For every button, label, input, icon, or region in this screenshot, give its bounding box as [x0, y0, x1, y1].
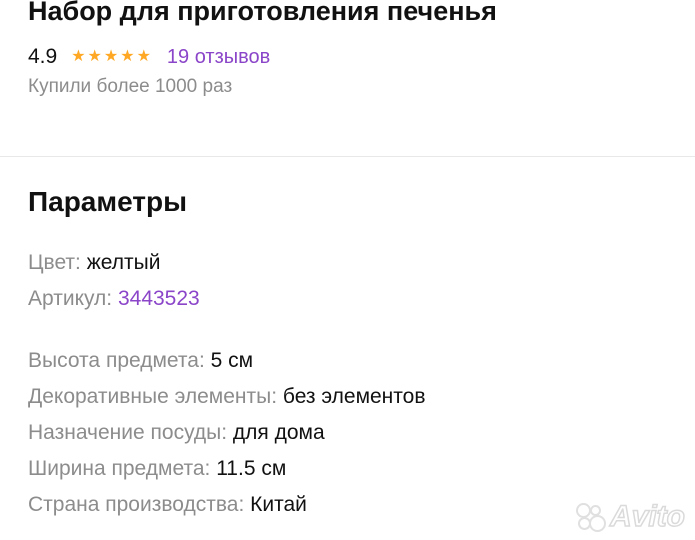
param-height: Высота предмета: 5 см: [28, 349, 253, 373]
params-heading: Параметры: [28, 186, 188, 217]
param-value: для дома: [232, 421, 325, 444]
avito-watermark: Avito: [576, 499, 686, 534]
param-country: Страна производства: Китай: [28, 493, 307, 517]
param-value: Китай: [250, 493, 307, 516]
article-link[interactable]: 3443523: [118, 287, 200, 310]
param-label: Цвет:: [28, 251, 81, 274]
rating-row: 4.9 ★ ★ ★ ★ ★ 19 отзывов: [28, 43, 270, 71]
param-article: Артикул: 3443523: [28, 287, 200, 311]
param-label: Страна производства:: [28, 493, 245, 516]
watermark-text: Avito: [609, 499, 686, 534]
star-icon: ★: [103, 48, 119, 65]
param-value: без элементов: [282, 385, 426, 408]
bought-count: Купили более 1000 раз: [28, 76, 233, 97]
star-icon: ★: [71, 48, 86, 65]
star-icon: ★: [87, 48, 102, 65]
param-width: Ширина предмета: 11.5 см: [28, 457, 286, 481]
param-value: желтый: [86, 251, 161, 274]
rating-value: 4.9: [28, 45, 58, 68]
star-icon: ★: [136, 48, 151, 65]
rating-stars: ★ ★ ★ ★ ★: [71, 49, 153, 65]
param-label: Назначение посуды:: [28, 421, 228, 444]
param-label: Артикул:: [28, 287, 113, 310]
param-purpose: Назначение посуды: для дома: [28, 421, 325, 445]
param-label: Декоративные элементы:: [28, 385, 278, 408]
star-icon: ★: [120, 48, 135, 65]
param-label: Ширина предмета:: [28, 457, 211, 480]
avito-logo-icon: [576, 503, 606, 532]
section-divider: [0, 156, 695, 157]
param-label: Высота предмета:: [28, 349, 205, 372]
product-title: Набор для приготовления печенья: [28, 0, 497, 26]
param-value: 11.5 см: [216, 457, 287, 480]
param-decor: Декоративные элементы: без элементов: [28, 385, 426, 409]
reviews-link[interactable]: 19 отзывов: [167, 46, 270, 69]
param-color: Цвет: желтый: [28, 251, 160, 275]
param-value: 5 см: [210, 349, 254, 372]
